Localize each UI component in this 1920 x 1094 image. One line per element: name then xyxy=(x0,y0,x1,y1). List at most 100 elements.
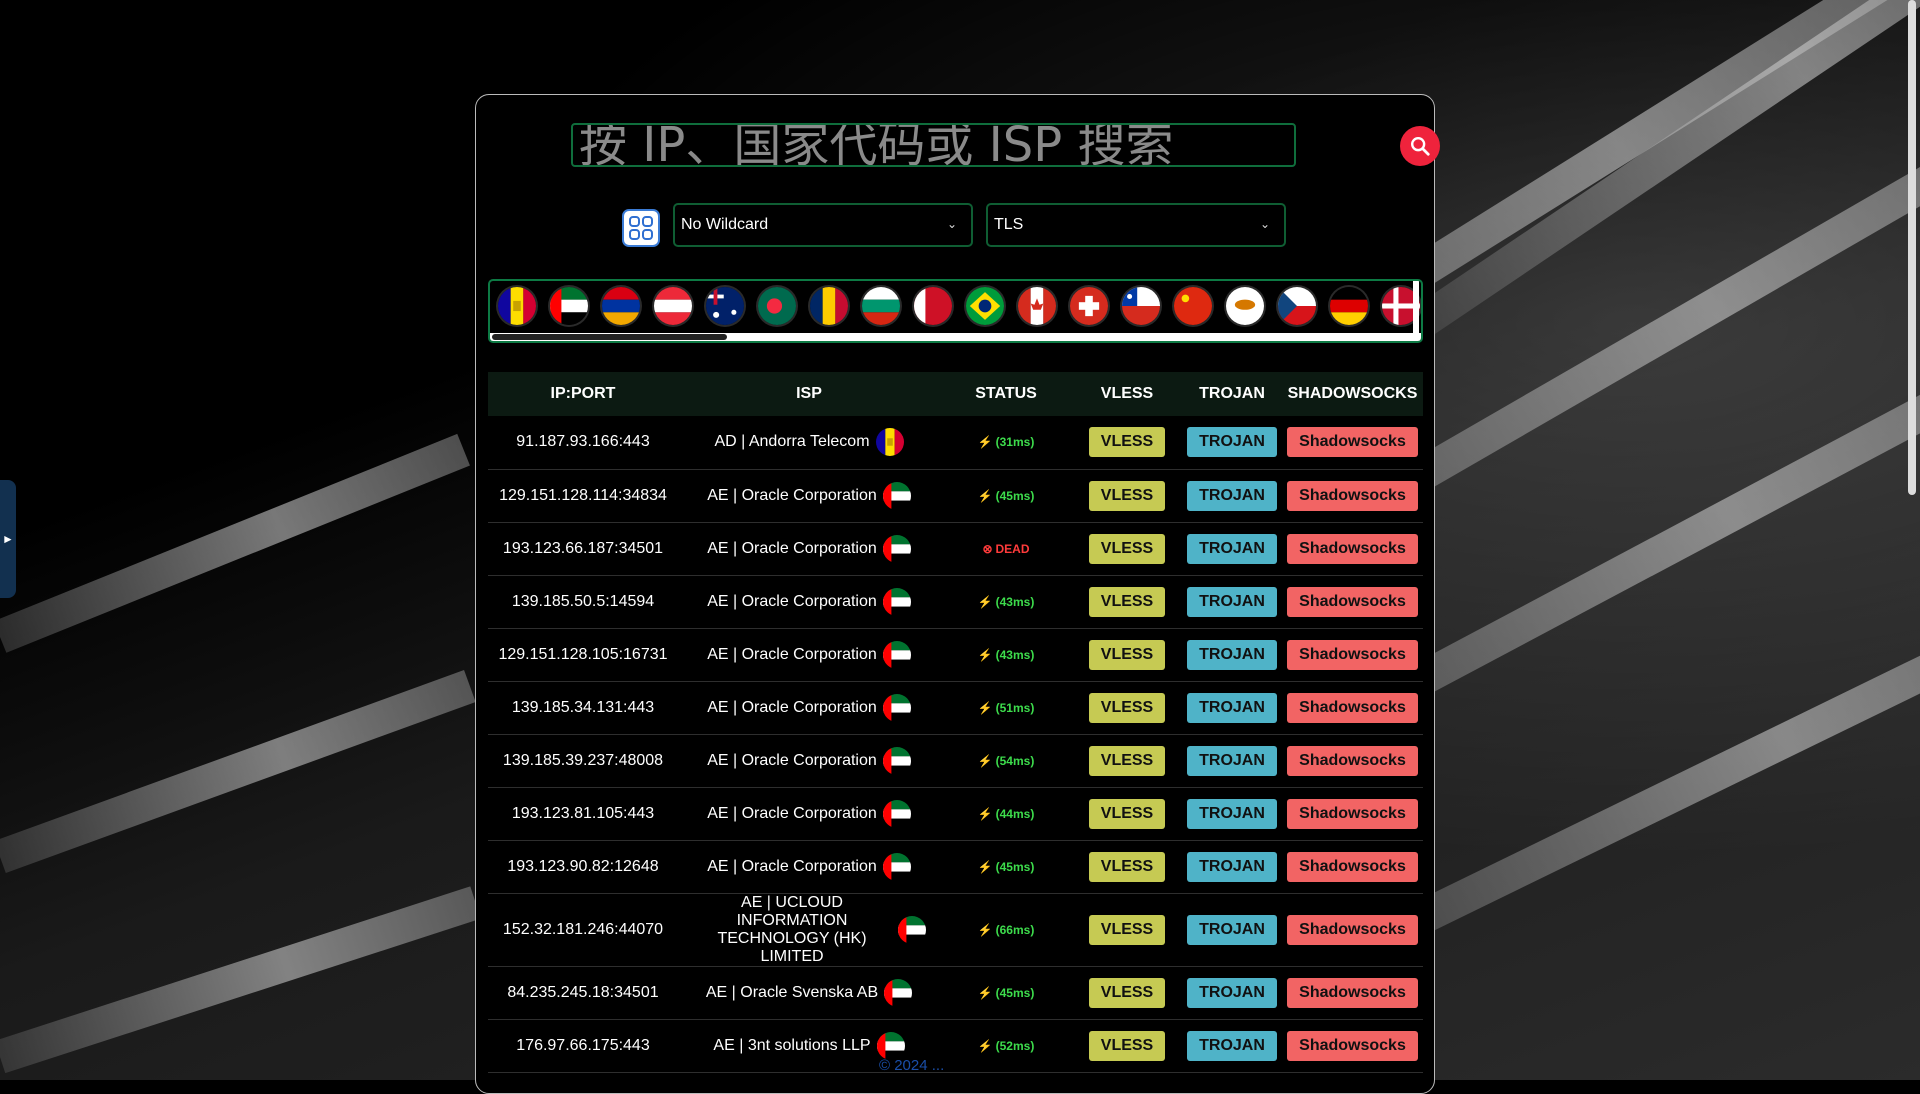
country-flag-strip[interactable] xyxy=(488,279,1423,343)
flag-td-icon[interactable] xyxy=(810,287,848,325)
shadowsocks-cell: Shadowsocks xyxy=(1282,628,1423,682)
flag-cz-icon[interactable] xyxy=(1278,287,1316,325)
lightning-icon: ⚡ xyxy=(977,594,993,609)
vless-button[interactable]: VLESS xyxy=(1088,427,1166,458)
flag-cn-icon[interactable] xyxy=(1174,287,1212,325)
search-button[interactable] xyxy=(1400,126,1440,166)
search-input[interactable] xyxy=(571,123,1296,167)
shadowsocks-button[interactable]: Shadowsocks xyxy=(1287,798,1418,829)
flag-am-icon[interactable] xyxy=(602,287,640,325)
trojan-button[interactable]: TROJAN xyxy=(1187,1030,1277,1061)
header-shadowsocks[interactable]: SHADOWSOCKS xyxy=(1282,372,1423,416)
flag-strip-vertical-scrollbar[interactable] xyxy=(1413,281,1419,333)
grid-view-button[interactable] xyxy=(622,209,660,247)
flag-de-icon[interactable] xyxy=(1330,287,1368,325)
trojan-cell: TROJAN xyxy=(1182,522,1282,576)
shadowsocks-cell: Shadowsocks xyxy=(1282,575,1423,629)
trojan-button[interactable]: TROJAN xyxy=(1187,427,1277,458)
filter-row: No Wildcard ⌄ TLS ⌄ xyxy=(622,203,1322,247)
ip-port: 139.185.34.131:443 xyxy=(511,698,655,716)
vless-button[interactable]: VLESS xyxy=(1088,914,1166,945)
header-status[interactable]: STATUS xyxy=(940,372,1072,416)
vless-button[interactable]: VLESS xyxy=(1088,639,1166,670)
vless-cell: VLESS xyxy=(1072,681,1182,735)
trojan-button[interactable]: TROJAN xyxy=(1187,692,1277,723)
page-scrollbar[interactable] xyxy=(1904,0,1920,1080)
shadowsocks-button[interactable]: Shadowsocks xyxy=(1287,639,1418,670)
vless-button[interactable]: VLESS xyxy=(1088,977,1166,1008)
trojan-button[interactable]: TROJAN xyxy=(1187,533,1277,564)
ip-port: 139.185.39.237:48008 xyxy=(502,751,664,769)
lightning-icon: ⚡ xyxy=(977,700,993,715)
flag-bh-icon[interactable] xyxy=(914,287,952,325)
flag-ca-icon[interactable] xyxy=(1018,287,1056,325)
vless-button[interactable]: VLESS xyxy=(1088,851,1166,882)
flag-ad-icon[interactable] xyxy=(498,287,536,325)
shadowsocks-button[interactable]: Shadowsocks xyxy=(1287,745,1418,776)
shadowsocks-button[interactable]: Shadowsocks xyxy=(1287,692,1418,723)
chevron-down-icon: ⌄ xyxy=(946,217,957,231)
isp-cell: AE | Oracle Corporation xyxy=(678,681,940,735)
shadowsocks-cell: Shadowsocks xyxy=(1282,522,1423,576)
flag-bg-icon[interactable] xyxy=(862,287,900,325)
status-badge: ⚡ (45ms) xyxy=(978,860,1035,874)
ip-port: 139.185.50.5:14594 xyxy=(511,592,655,610)
vless-button[interactable]: VLESS xyxy=(1088,745,1166,776)
vless-cell: VLESS xyxy=(1072,840,1182,894)
status-cell: ⚡ (45ms) xyxy=(940,966,1072,1020)
country-flag-icon xyxy=(882,746,911,775)
header-trojan[interactable]: TROJAN xyxy=(1182,372,1282,416)
wildcard-select[interactable]: No Wildcard ⌄ xyxy=(673,203,973,247)
vless-button[interactable]: VLESS xyxy=(1088,586,1166,617)
status-cell: ⚡ (45ms) xyxy=(940,469,1072,523)
trojan-button[interactable]: TROJAN xyxy=(1187,914,1277,945)
side-drawer-toggle[interactable]: ► xyxy=(0,480,16,598)
trojan-button[interactable]: TROJAN xyxy=(1187,851,1277,882)
shadowsocks-button[interactable]: Shadowsocks xyxy=(1287,427,1418,458)
trojan-button[interactable]: TROJAN xyxy=(1187,480,1277,511)
shadowsocks-button[interactable]: Shadowsocks xyxy=(1287,977,1418,1008)
flag-au-icon[interactable] xyxy=(706,287,744,325)
isp-cell: AD | Andorra Telecom xyxy=(678,416,940,470)
page-scroll-thumb[interactable] xyxy=(1908,0,1916,495)
vless-button[interactable]: VLESS xyxy=(1088,798,1166,829)
flag-cl-icon[interactable] xyxy=(1122,287,1160,325)
trojan-button[interactable]: TROJAN xyxy=(1187,639,1277,670)
flag-cy-icon[interactable] xyxy=(1226,287,1264,325)
status-text: (31ms) xyxy=(995,435,1035,450)
shadowsocks-button[interactable]: Shadowsocks xyxy=(1287,851,1418,882)
header-isp[interactable]: ISP xyxy=(678,372,940,416)
shadowsocks-cell: Shadowsocks xyxy=(1282,734,1423,788)
security-select[interactable]: TLS ⌄ xyxy=(986,203,1286,247)
vless-button[interactable]: VLESS xyxy=(1088,533,1166,564)
vless-cell: VLESS xyxy=(1072,469,1182,523)
trojan-button[interactable]: TROJAN xyxy=(1187,586,1277,617)
vless-button[interactable]: VLESS xyxy=(1088,480,1166,511)
flag-at-icon[interactable] xyxy=(654,287,692,325)
lightning-icon: ⚡ xyxy=(977,1038,993,1053)
header-ip-port[interactable]: IP:PORT xyxy=(488,372,678,416)
header-vless[interactable]: VLESS xyxy=(1072,372,1182,416)
shadowsocks-button[interactable]: Shadowsocks xyxy=(1287,914,1418,945)
shadowsocks-button[interactable]: Shadowsocks xyxy=(1287,480,1418,511)
flag-strip-scrollbar[interactable] xyxy=(490,333,1421,341)
flag-strip-scroll-thumb[interactable] xyxy=(492,334,727,340)
trojan-button[interactable]: TROJAN xyxy=(1187,977,1277,1008)
search-row xyxy=(571,123,1440,167)
vless-button[interactable]: VLESS xyxy=(1088,692,1166,723)
isp-name: AE | Oracle Corporation xyxy=(707,857,877,875)
shadowsocks-button[interactable]: Shadowsocks xyxy=(1287,1030,1418,1061)
flag-ae-icon[interactable] xyxy=(550,287,588,325)
flag-br-icon[interactable] xyxy=(966,287,1004,325)
flag-ch-icon[interactable] xyxy=(1070,287,1108,325)
status-text: (45ms) xyxy=(995,985,1035,1000)
status-badge: ⚡ (43ms) xyxy=(978,648,1035,662)
lightning-icon: ⚡ xyxy=(977,435,993,450)
trojan-button[interactable]: TROJAN xyxy=(1187,798,1277,829)
vless-button[interactable]: VLESS xyxy=(1088,1030,1166,1061)
shadowsocks-button[interactable]: Shadowsocks xyxy=(1287,586,1418,617)
shadowsocks-button[interactable]: Shadowsocks xyxy=(1287,533,1418,564)
status-cell: ⚡ (45ms) xyxy=(940,840,1072,894)
flag-bd-icon[interactable] xyxy=(758,287,796,325)
trojan-button[interactable]: TROJAN xyxy=(1187,745,1277,776)
